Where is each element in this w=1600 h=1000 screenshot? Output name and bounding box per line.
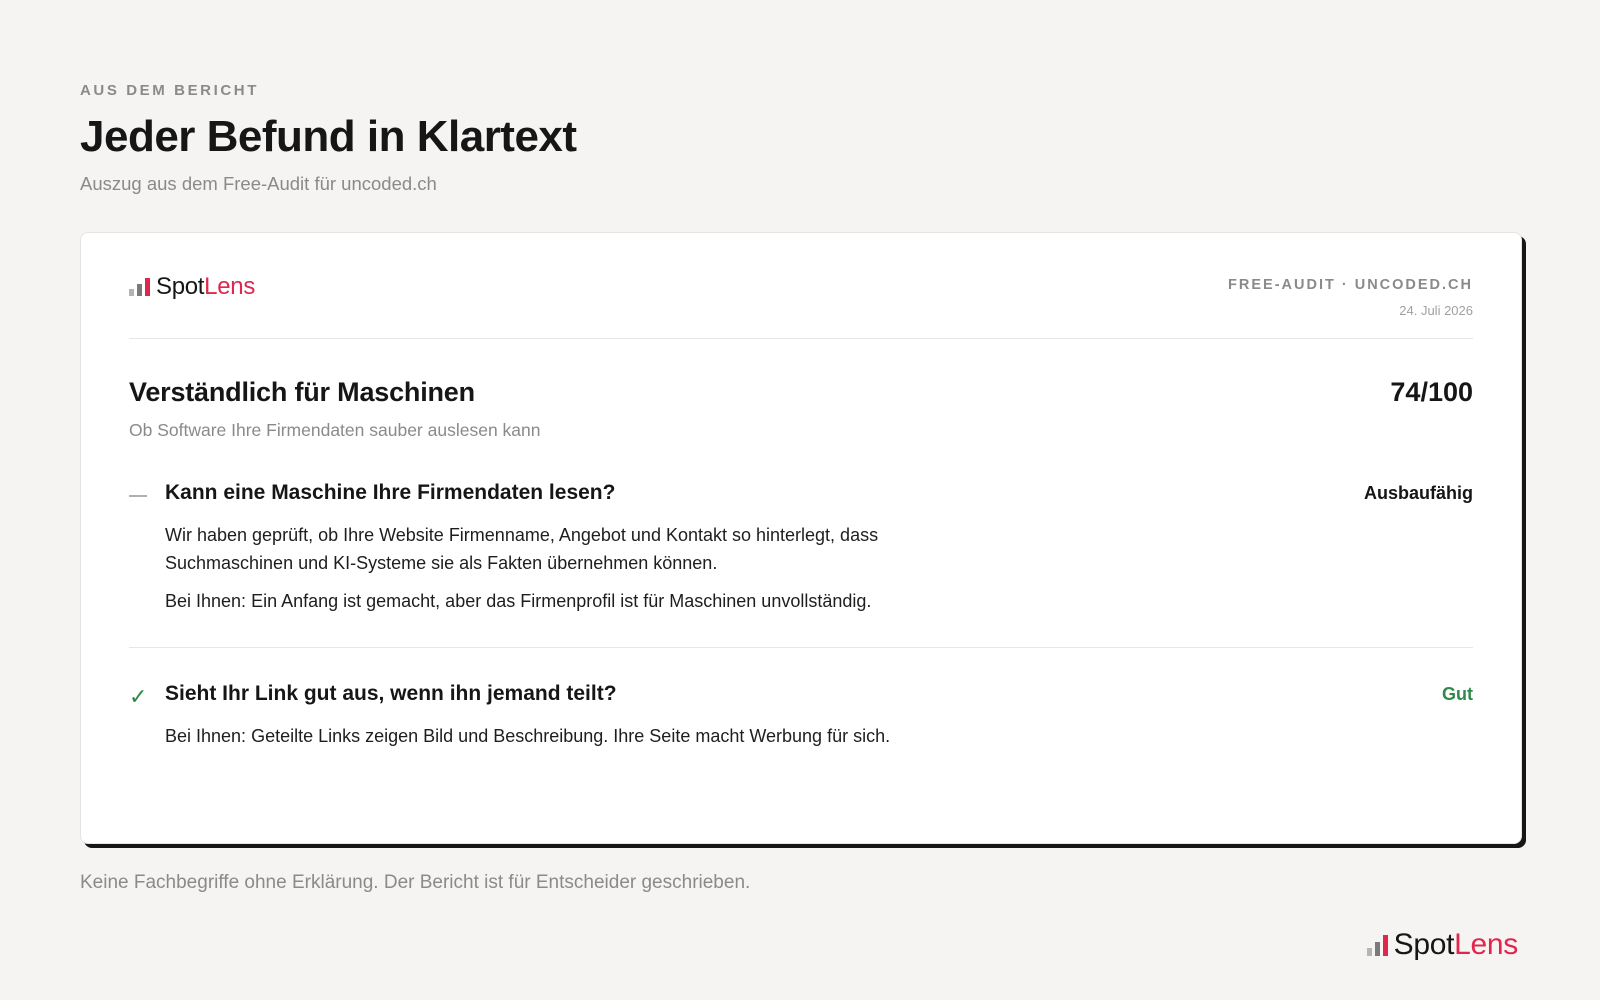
section-subtitle: Ob Software Ihre Firmendaten sauber ausl… (129, 420, 541, 440)
bar-chart-icon (129, 278, 150, 296)
finding-result: Bei Ihnen: Ein Anfang ist gemacht, aber … (165, 591, 872, 611)
logo-text: SpotLens (156, 273, 256, 300)
finding-status: Gut (1442, 684, 1473, 704)
footnote: Keine Fachbegriffe ohne Erklärung. Der B… (80, 872, 751, 893)
bar-chart-icon (1366, 935, 1388, 956)
finding-title: Kann eine Maschine Ihre Firmendaten lese… (165, 481, 616, 504)
finding-title: Sieht Ihr Link gut aus, wenn ihn jemand … (165, 682, 617, 705)
section-score: 74/100 (1390, 377, 1473, 407)
finding-item: Kann eine Maschine Ihre Firmendaten lese… (129, 481, 1473, 648)
eyebrow-label: AUS DEM BERICHT (80, 82, 260, 99)
dash-icon (129, 481, 165, 615)
report-card: SpotLens FREE-AUDIT · UNCODED.CH 24. Jul… (80, 232, 1522, 844)
check-icon: ✓ (129, 684, 148, 709)
report-meta-title: FREE-AUDIT · UNCODED.CH (1228, 277, 1473, 293)
report-card-header: SpotLens FREE-AUDIT · UNCODED.CH 24. Jul… (129, 233, 1473, 339)
section-header: Verständlich für Maschinen 74/100 (129, 377, 1473, 408)
section-title: Verständlich für Maschinen (129, 377, 475, 407)
finding-description: Wir haben geprüft, ob Ihre Website Firme… (165, 525, 879, 573)
page-subtitle: Auszug aus dem Free-Audit für uncoded.ch (80, 173, 437, 195)
report-date: 24. Juli 2026 (1399, 303, 1473, 318)
spotlens-footer-logo: SpotLens (1366, 928, 1519, 962)
finding-result: Bei Ihnen: Geteilte Links zeigen Bild un… (165, 726, 891, 746)
finding-item: ✓ Sieht Ihr Link gut aus, wenn ihn jeman… (129, 682, 1473, 750)
spotlens-logo: SpotLens (129, 273, 255, 301)
finding-status: Ausbaufähig (1363, 483, 1473, 503)
intro-header: AUS DEM BERICHT Jeder Befund in Klartext… (80, 82, 1520, 195)
report-meta: FREE-AUDIT · UNCODED.CH 24. Juli 2026 (1228, 277, 1473, 318)
page-title: Jeder Befund in Klartext (80, 112, 577, 161)
logo-text: SpotLens (1393, 928, 1519, 961)
